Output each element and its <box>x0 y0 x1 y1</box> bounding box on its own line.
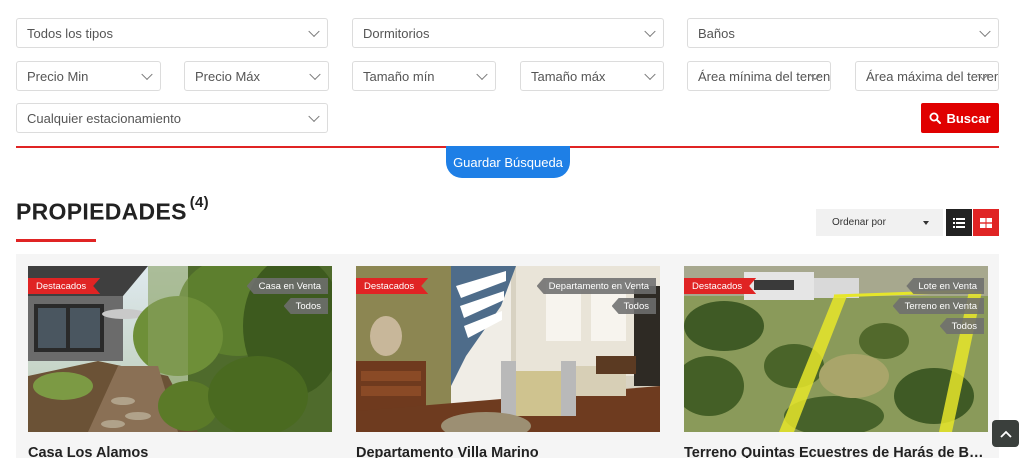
property-photo[interactable]: Destacados Departamento en Venta Todos <box>356 266 660 432</box>
listing-count: (4) <box>189 194 209 211</box>
type-select-label: Todos los tipos <box>27 25 113 41</box>
featured-badge-label: Destacados <box>692 280 743 292</box>
max-size-select[interactable]: Tamaño máx <box>520 61 664 91</box>
min-price-select-label: Precio Min <box>27 68 89 84</box>
min-price-select[interactable]: Precio Min <box>16 61 161 91</box>
type-tag-label: Terreno en Venta <box>904 300 977 312</box>
type-tag-label: Lote en Venta <box>918 280 977 292</box>
back-to-top-button[interactable] <box>992 420 1019 447</box>
save-search-label: Guardar Búsqueda <box>453 154 563 170</box>
featured-badge-label: Destacados <box>364 280 415 292</box>
chevron-down-icon <box>141 68 153 81</box>
chevron-down-icon <box>644 25 656 38</box>
bedrooms-select[interactable]: Dormitorios <box>352 18 664 48</box>
chevron-down-icon <box>308 25 320 38</box>
chevron-down-icon <box>476 68 488 81</box>
caret-down-icon <box>923 221 929 225</box>
property-title[interactable]: Casa Los Alamos <box>28 445 332 458</box>
chevron-up-icon <box>999 430 1012 438</box>
tag-list: Departamento en Venta Todos <box>536 278 656 314</box>
chevron-down-icon <box>309 68 321 81</box>
bathrooms-select[interactable]: Baños <box>687 18 999 48</box>
sort-dropdown[interactable]: Ordenar por <box>816 209 943 236</box>
type-tag[interactable]: Terreno en Venta <box>892 298 984 314</box>
property-photo[interactable]: Destacados Lote en Venta Terreno en Vent… <box>684 266 988 432</box>
min-land-area-select[interactable]: Área mínima del terreno <box>687 61 831 91</box>
tag-list: Lote en Venta Terreno en Venta Todos <box>892 278 984 334</box>
sort-label: Ordenar por <box>832 217 886 228</box>
type-tag-label: Casa en Venta <box>258 280 321 292</box>
parking-select-label: Cualquier estacionamiento <box>27 110 181 126</box>
search-button[interactable]: Buscar <box>921 103 999 133</box>
title-underline <box>16 239 96 242</box>
status-tag[interactable]: Todos <box>283 298 328 314</box>
status-tag[interactable]: Todos <box>611 298 656 314</box>
search-icon <box>929 112 942 124</box>
featured-badge: Destacados <box>684 278 756 294</box>
type-tag[interactable]: Departamento en Venta <box>536 278 656 294</box>
status-tag-label: Todos <box>295 300 321 312</box>
search-button-label: Buscar <box>946 110 991 126</box>
chevron-down-icon <box>979 25 991 38</box>
type-select[interactable]: Todos los tipos <box>16 18 328 48</box>
bedrooms-select-label: Dormitorios <box>363 25 430 41</box>
status-tag-label: Todos <box>623 300 649 312</box>
featured-badge: Destacados <box>28 278 100 294</box>
listing-title: PROPIEDADES <box>16 198 187 225</box>
type-tag-label: Departamento en Venta <box>548 280 649 292</box>
type-tag[interactable]: Casa en Venta <box>246 278 328 294</box>
type-tag[interactable]: Lote en Venta <box>906 278 984 294</box>
list-view-button[interactable] <box>946 209 972 236</box>
status-tag-label: Todos <box>951 320 977 332</box>
chevron-down-icon <box>308 110 320 123</box>
list-icon <box>953 217 965 228</box>
max-price-select-label: Precio Máx <box>195 68 261 84</box>
max-price-select[interactable]: Precio Máx <box>184 61 329 91</box>
min-size-select[interactable]: Tamaño mín <box>352 61 496 91</box>
grid-view-button[interactable] <box>973 209 999 236</box>
tag-list: Casa en Venta Todos <box>246 278 328 314</box>
property-title[interactable]: Terreno Quintas Ecuestres de Harás de Be… <box>684 445 988 458</box>
chevron-down-icon <box>644 68 656 81</box>
property-photo[interactable]: Destacados Casa en Venta Todos <box>28 266 332 432</box>
featured-badge: Destacados <box>356 278 428 294</box>
parking-select[interactable]: Cualquier estacionamiento <box>16 103 328 133</box>
save-search-button[interactable]: Guardar Búsqueda <box>446 146 570 178</box>
grid-icon <box>980 217 992 228</box>
property-title[interactable]: Departamento Villa Marino <box>356 445 660 458</box>
page-title: PROPIEDADES (4) <box>16 194 209 226</box>
max-size-select-label: Tamaño máx <box>531 68 606 84</box>
featured-badge-label: Destacados <box>36 280 87 292</box>
bathrooms-select-label: Baños <box>698 25 735 41</box>
min-size-select-label: Tamaño mín <box>363 68 435 84</box>
max-land-area-select[interactable]: Área máxima del terreno <box>855 61 999 91</box>
status-tag[interactable]: Todos <box>939 318 984 334</box>
